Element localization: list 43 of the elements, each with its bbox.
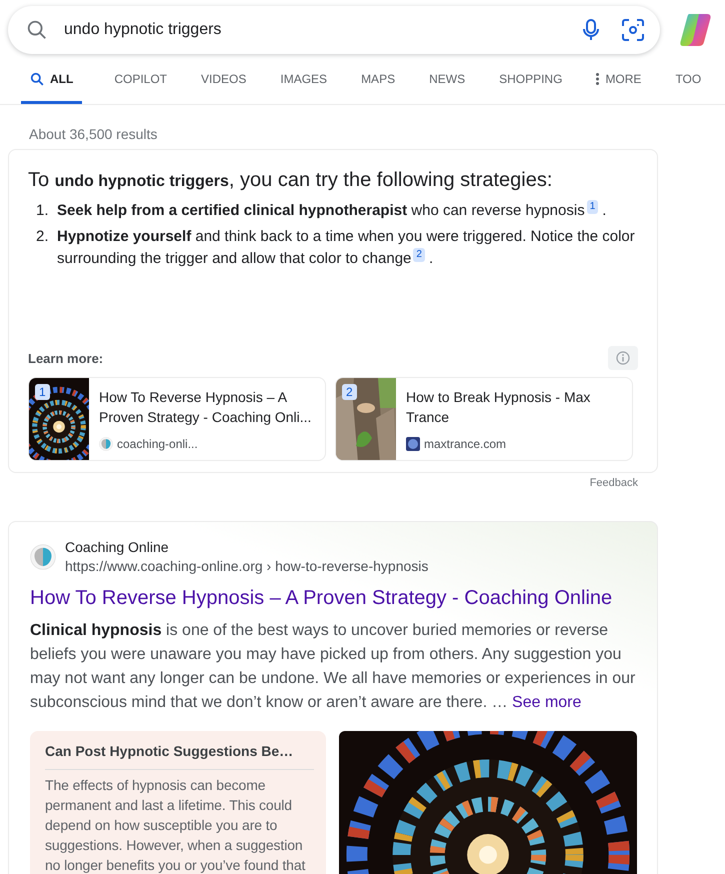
brain-icon — [99, 437, 113, 451]
search-bar[interactable]: undo hypnotic triggers — [8, 6, 660, 54]
answer-heading: To undo hypnotic triggers, you can try the following strategies: — [28, 168, 554, 193]
source-title: How to Break Hypnosis - Max Trance — [406, 388, 592, 427]
brain-icon — [30, 544, 56, 570]
source-site: coaching-onli... — [117, 437, 198, 451]
microphone-icon[interactable] — [582, 19, 600, 41]
list-number: 1. — [36, 201, 50, 221]
search-icon — [26, 19, 48, 41]
site-logo-icon — [406, 437, 420, 451]
result-title[interactable]: How To Reverse Hypnosis – A Proven Strategy - Coaching Online — [30, 585, 637, 611]
source-card[interactable]: 1 How To Reverse Hypnosis – A Proven Strategy - Coaching Onli... coaching-onli... — [28, 377, 326, 461]
tab[interactable]: TOO — [666, 54, 710, 104]
tab[interactable]: ALL — [21, 54, 82, 104]
faq-question: Can Post Hypnotic Suggestions Be… — [45, 743, 314, 770]
result-snippet: Clinical hypnosis is one of the best ways to uncover buried memories or reverse beliefs you were unaware you may have picked up from others. Any suggestion you may not want any longer can be undone. We all have memories or experiences in our subconscious mind that we don’t know or aren’t aware are there. … See more — [30, 621, 636, 713]
citation-badge: 1 — [35, 384, 50, 400]
tab[interactable]: MAPS — [352, 54, 404, 104]
info-icon — [616, 351, 630, 365]
source-site: maxtrance.com — [424, 437, 506, 451]
tab[interactable]: SHOPPING — [490, 54, 572, 104]
tab[interactable]: IMAGES — [271, 54, 336, 104]
more-icon — [596, 73, 600, 85]
faq-answer: The effects of hypnosis can become permanent and last a lifetime. This could depend on how susceptible you are to suggestions. However, when a suggestion no longer benefits you or you’ve found that — [45, 776, 306, 874]
tab[interactable]: COPILOT — [105, 54, 176, 104]
answer-item: Seek help from a certified clinical hypnotherapist who can reverse hypnosis $^{1}$ . — [57, 200, 608, 221]
tab[interactable]: MORE — [587, 54, 650, 104]
search-field[interactable]: undo hypnotic triggers — [64, 21, 570, 39]
result-count: About 36,500 results — [28, 125, 158, 144]
citation-badge: 2 — [342, 384, 357, 400]
feedback-link[interactable]: Feedback — [590, 477, 638, 521]
learn-more-label: Learn more: — [28, 350, 104, 366]
result-url: https://www.coaching-online.org › how-to-reverse-hypnosis — [65, 557, 428, 576]
answer-item: Hypnotize yourself and think back to a time when you were triggered. Notice the color surrounding the trigger and allow that color to change $^{2}$ . — [57, 227, 636, 269]
tab[interactable]: NEWS — [420, 54, 474, 104]
see-more-link[interactable]: See more — [512, 694, 582, 711]
list-number: 2. — [36, 227, 50, 247]
source-title: How To Reverse Hypnosis – A Proven Strategy - Coaching Onli... — [99, 388, 312, 427]
search-icon — [30, 72, 44, 86]
source-card[interactable]: 2 How to Break Hypnosis - Max Trance maxtrance.com — [335, 377, 633, 461]
site-name: Coaching Online — [65, 538, 170, 557]
camera-search-icon[interactable] — [622, 19, 644, 41]
tab[interactable]: VIDEOS — [192, 54, 256, 104]
